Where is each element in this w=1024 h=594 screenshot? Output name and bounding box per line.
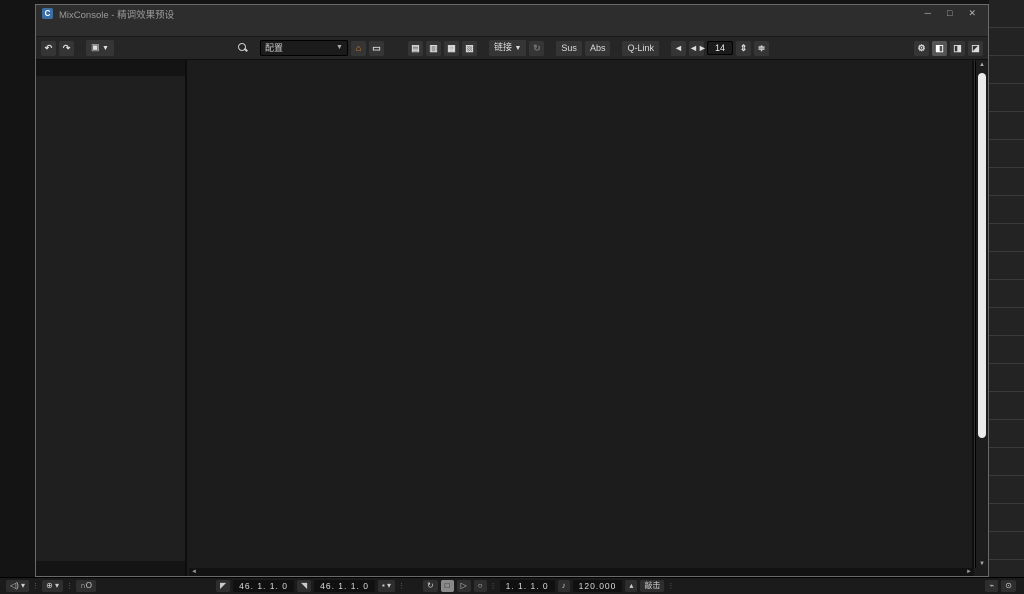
stop-button[interactable]: □ [441, 580, 454, 592]
record-button[interactable]: ○ [474, 580, 487, 592]
mixconsole-window: C MixConsole - 精调效果预设 ─ □ ✕ ↶ ↷ ▣ ▼ 配置 ▼… [35, 4, 989, 577]
minimize-icon[interactable]: ─ [925, 8, 931, 19]
vertical-scrollbar[interactable]: ▲ ▼ [975, 61, 988, 568]
link-button[interactable]: 链接 ▼ [489, 40, 526, 56]
screen-icon[interactable]: ▭ [369, 41, 384, 56]
scroll-down-icon[interactable]: ▼ [976, 561, 988, 567]
scroll-right-icon[interactable]: ► [966, 569, 972, 575]
layout-right-zone-button[interactable]: ◨ [950, 41, 965, 56]
visible-channels-list [36, 76, 185, 561]
rack-icon-2[interactable]: ▥ [426, 41, 441, 56]
right-locator-value[interactable]: 46. 1. 1. 0 [314, 580, 375, 592]
vertical-scroll-thumb[interactable] [978, 73, 986, 438]
play-button[interactable]: ▷ [457, 580, 471, 592]
audio-activity-icon: ⊙ [1001, 580, 1016, 592]
right-locator-icon: ◥ [297, 580, 311, 592]
cycle-button[interactable]: ↻ [423, 580, 438, 592]
title-bar[interactable]: C MixConsole - 精调效果预设 ─ □ ✕ [36, 5, 988, 22]
transport-bar: ◁) ▾ ⋮ ⊕ ▾ ⋮ ∩O ◤ 46. 1. 1. 0 ◥ 46. 1. 1… [0, 577, 1024, 594]
position-value[interactable]: 1. 1. 1. 0 [500, 580, 555, 592]
horizontal-scrollbar[interactable]: ◄ ► [189, 568, 974, 576]
scroll-up-icon[interactable]: ▲ [976, 62, 988, 68]
gear-icon[interactable]: ⚙ [914, 41, 929, 56]
control-room-icon[interactable]: ⊕ ▾ [42, 580, 63, 592]
left-panel-tabs [36, 60, 185, 76]
tempo-track-icon[interactable]: ♪ [558, 580, 570, 592]
layout-setup-button[interactable]: ◪ [968, 41, 983, 56]
collapse-all-icon[interactable]: ◄ [671, 41, 686, 56]
toolbar: ↶ ↷ ▣ ▼ 配置 ▼ ⌂ ▭ ▤ ▥ ▦ ▧ 链接 ▼ ↻ Sus Abs … [36, 37, 988, 60]
left-panel-bottom-tabs [36, 561, 185, 576]
channel-width-value[interactable]: 14 [707, 41, 733, 55]
qlink-button[interactable]: Q-Link [622, 41, 659, 56]
link-sync-icon[interactable]: ↻ [529, 41, 544, 56]
sus-button[interactable]: Sus [556, 41, 582, 56]
rack-icon-3[interactable]: ▦ [444, 41, 459, 56]
rack-icon-1[interactable]: ▤ [408, 41, 423, 56]
expand-width-icon[interactable]: ◄► [689, 41, 704, 56]
background-project-window [989, 0, 1024, 594]
tempo-spin-icon[interactable]: ▴ [625, 580, 637, 592]
tap-tempo-button[interactable]: 敲击 [640, 580, 664, 592]
layout-left-zone-button[interactable]: ◧ [932, 41, 947, 56]
abs-button[interactable]: Abs [585, 41, 611, 56]
config-select[interactable]: 配置 ▼ [260, 40, 348, 56]
config-select-value: 配置 [265, 42, 283, 54]
channel-area: ▲ ▼ ◄ ► [187, 60, 988, 576]
speaker-control-icon[interactable]: ◁) ▾ [6, 580, 29, 592]
menu-bar [36, 22, 988, 37]
scroll-left-icon[interactable]: ◄ [191, 569, 197, 575]
snapshot-camera-icon[interactable]: ▣ ▼ [86, 40, 114, 56]
window-title: MixConsole - 精调效果预设 [59, 7, 174, 21]
redo-icon[interactable]: ↷ [59, 41, 74, 56]
midi-activity-icon: ⌁ [985, 580, 998, 592]
rack-icon-4[interactable]: ▧ [462, 41, 477, 56]
app-icon: C [42, 8, 53, 19]
left-locator-icon: ◤ [216, 580, 230, 592]
left-locator-value[interactable]: 46. 1. 1. 0 [233, 580, 294, 592]
undo-icon[interactable]: ↶ [41, 41, 56, 56]
chevron-down-icon: ▼ [336, 42, 343, 54]
lock-icon[interactable]: ▪ ▾ [378, 580, 395, 592]
left-panel [36, 60, 187, 576]
tempo-value[interactable]: 120.000 [573, 580, 623, 592]
zoom-vertical-icon[interactable]: ⇕ [736, 41, 751, 56]
search-icon[interactable] [238, 43, 248, 53]
close-icon[interactable]: ✕ [968, 8, 976, 19]
maximize-icon[interactable]: □ [947, 8, 952, 19]
home-view-icon[interactable]: ⌂ [351, 41, 366, 56]
zoom-palette-icon[interactable]: ≑ [754, 41, 769, 56]
headphone-icon[interactable]: ∩O [76, 580, 96, 592]
main-area: ▲ ▼ ◄ ► [36, 60, 988, 576]
